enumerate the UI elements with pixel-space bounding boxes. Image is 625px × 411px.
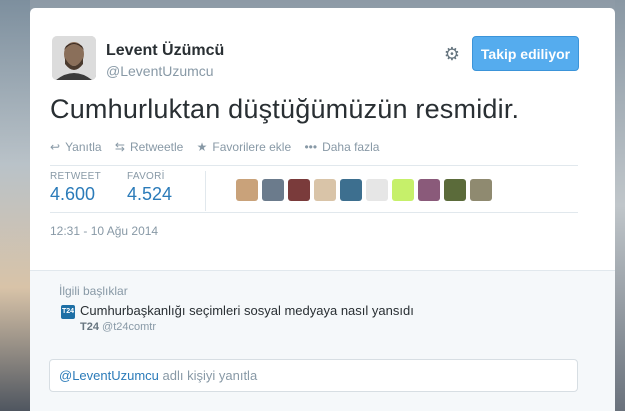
- reply-placeholder: adlı kişiyi yanıtla: [158, 368, 258, 383]
- more-label: Daha fazla: [322, 140, 380, 154]
- retweet-icon: ⇆: [114, 140, 125, 154]
- related-headline-link[interactable]: Cumhurbaşkanlığı seçimleri sosyal medyay…: [80, 303, 414, 318]
- retweet-label: Retweetle: [129, 140, 184, 154]
- user-name[interactable]: Levent Üzümcü: [106, 42, 224, 60]
- background-right: [615, 0, 625, 411]
- reply-action[interactable]: ↩ Yanıtla: [50, 140, 102, 154]
- faved-by-avatar[interactable]: [288, 179, 310, 201]
- tweet-timestamp[interactable]: 12:31 - 10 Ağu 2014: [50, 224, 158, 238]
- faved-by-avatar[interactable]: [418, 179, 440, 201]
- faved-by-avatar[interactable]: [444, 179, 466, 201]
- related-title: İlgili başlıklar: [59, 284, 128, 298]
- reply-area: @LeventUzumcu adlı kişiyi yanıtla: [30, 345, 615, 411]
- stats-divider: [205, 171, 206, 211]
- faved-by-avatar[interactable]: [392, 179, 414, 201]
- related-source-name: T24: [80, 321, 99, 333]
- favori-count: 4.524: [127, 184, 173, 204]
- avatar-photo: [52, 36, 96, 80]
- avatar[interactable]: [52, 36, 96, 80]
- faved-by-avatar[interactable]: [262, 179, 284, 201]
- related-headlines: İlgili başlıklar T24 Cumhurbaşkanlığı se…: [30, 270, 615, 346]
- more-icon: •••: [304, 140, 318, 154]
- faved-by-avatar[interactable]: [340, 179, 362, 201]
- related-source-handle: @t24comtr: [102, 321, 156, 333]
- reply-mention: @LeventUzumcu: [59, 368, 159, 383]
- background-left: [0, 0, 30, 411]
- gear-icon[interactable]: ⚙: [442, 44, 462, 64]
- faved-by-avatar[interactable]: [470, 179, 492, 201]
- reply-label: Yanıtla: [65, 140, 102, 154]
- faved-by-avatars: [236, 179, 496, 201]
- faved-by-avatar[interactable]: [314, 179, 336, 201]
- favorite-action[interactable]: ★ Favorilere ekle: [197, 140, 291, 154]
- retweet-action[interactable]: ⇆ Retweetle: [115, 140, 183, 154]
- more-action[interactable]: ••• Daha fazla: [304, 140, 379, 154]
- favori-stat-label: FAVORİ: [127, 171, 165, 182]
- reply-input[interactable]: @LeventUzumcu adlı kişiyi yanıtla: [49, 359, 578, 392]
- t24-logo-icon: T24: [61, 305, 75, 319]
- related-source[interactable]: T24 @t24comtr: [80, 321, 156, 333]
- retweet-count: 4.600: [50, 184, 96, 204]
- favorite-label: Favorilere ekle: [212, 140, 292, 154]
- favori-stat[interactable]: FAVORİ 4.524: [127, 171, 172, 205]
- divider: [50, 165, 578, 166]
- tweet-actions: ↩ Yanıtla ⇆ Retweetle ★ Favorilere ekle •••…: [50, 140, 389, 154]
- reply-icon: ↩: [50, 140, 61, 154]
- retweet-stat[interactable]: RETWEET 4.600: [50, 171, 101, 205]
- retweet-stat-label: RETWEET: [50, 171, 101, 182]
- star-icon: ★: [196, 140, 208, 154]
- divider: [50, 212, 578, 213]
- tweet-card: Levent Üzümcü @LeventUzumcu ⚙ Takip edil…: [30, 8, 615, 411]
- faved-by-avatar[interactable]: [366, 179, 388, 201]
- user-handle[interactable]: @LeventUzumcu: [106, 63, 214, 79]
- tweet-text: Cumhurluktan düştüğümüzün resmidir.: [50, 94, 520, 124]
- follow-button[interactable]: Takip ediliyor: [472, 36, 579, 71]
- faved-by-avatar[interactable]: [236, 179, 258, 201]
